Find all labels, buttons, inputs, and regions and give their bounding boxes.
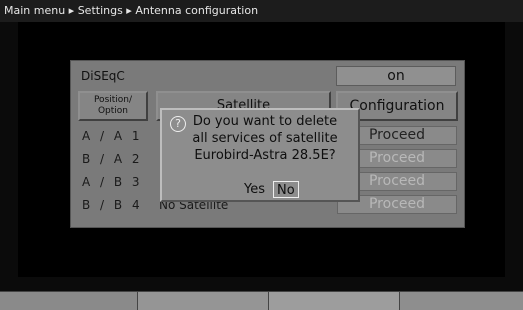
dialog-line-3: Eurobird-Astra 28.5E? bbox=[194, 148, 336, 163]
footer-button-1[interactable] bbox=[0, 291, 137, 310]
footer-button-3[interactable] bbox=[268, 291, 399, 310]
position-option-header: Position/ Option bbox=[78, 91, 148, 121]
row-4-position: B / B 4 bbox=[82, 198, 143, 212]
footer-button-4[interactable] bbox=[399, 291, 523, 310]
row-1-position: A / A 1 bbox=[82, 129, 143, 143]
delete-confirm-dialog: ? Do you want to delete all services of … bbox=[160, 108, 360, 202]
footer-button-2[interactable] bbox=[137, 291, 268, 310]
dialog-line-1: Do you want to delete bbox=[192, 114, 338, 129]
no-button[interactable]: No bbox=[273, 181, 299, 198]
breadcrumb: Main menu ▸ Settings ▸ Antenna configura… bbox=[0, 0, 523, 22]
dialog-message: Do you want to delete all services of sa… bbox=[172, 113, 358, 164]
yes-button[interactable]: Yes bbox=[241, 181, 268, 198]
diseqc-toggle[interactable]: on bbox=[336, 66, 456, 86]
dialog-line-2: all services of satellite bbox=[192, 131, 338, 146]
diseqc-label: DiSEqC bbox=[81, 69, 125, 83]
row-2-position: B / A 2 bbox=[82, 152, 143, 166]
row-3-position: A / B 3 bbox=[82, 175, 143, 189]
